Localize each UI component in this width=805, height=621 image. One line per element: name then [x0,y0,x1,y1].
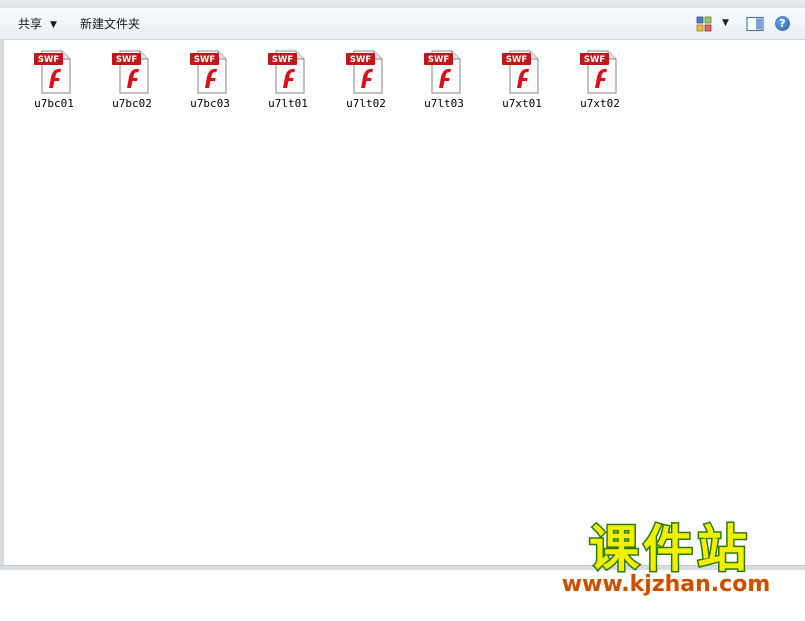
file-item[interactable]: SWF u7bc01 [24,48,84,110]
command-bar: 共享 ▼ 新建文件夹 ▼ ? [0,8,805,40]
file-list-pane[interactable]: SWF u7bc01 SWF u7bc02 SWF u7bc03 SWF u7lt01 SWF u… [0,40,805,565]
file-item[interactable]: SWF u7xt02 [570,48,630,110]
file-name-label: u7bc03 [190,97,230,110]
file-name-label: u7bc02 [112,97,152,110]
file-name-label: u7xt02 [580,97,620,110]
file-item[interactable]: SWF u7bc03 [180,48,240,110]
watermark-title: 课件站 [589,520,751,578]
watermark-url: www.kjzhan.com [562,572,771,596]
file-name-label: u7lt01 [268,97,308,110]
swf-badge-text: SWF [194,55,215,65]
file-name-label: u7lt03 [424,97,464,110]
flash-swf-icon: SWF [190,50,227,94]
share-button[interactable]: 共享 ▼ [14,15,61,33]
file-item[interactable]: SWF u7lt02 [336,48,396,110]
file-item[interactable]: SWF u7xt01 [492,48,552,110]
flash-swf-icon: SWF [502,50,539,94]
file-name-label: u7xt01 [502,97,542,110]
flash-swf-icon: SWF [346,50,383,94]
file-name-label: u7bc01 [34,97,74,110]
swf-badge-text: SWF [38,55,59,65]
flash-swf-icon: SWF [424,50,461,94]
view-dropdown-chevron-icon[interactable]: ▼ [722,18,729,28]
flash-swf-icon: SWF [34,50,71,94]
title-strip [0,0,805,8]
preview-pane-icon[interactable] [746,16,764,32]
file-item[interactable]: SWF u7bc02 [102,48,162,110]
swf-badge-text: SWF [506,55,527,65]
flash-swf-icon: SWF [112,50,149,94]
share-label: 共享 [18,17,43,31]
file-name-label: u7lt02 [346,97,386,110]
help-icon[interactable]: ? [775,16,790,31]
new-folder-button[interactable]: 新建文件夹 [76,15,144,33]
kjzhan-watermark-logo: 课件站 www.kjzhan.com [561,519,771,597]
swf-badge-text: SWF [272,55,293,65]
file-item[interactable]: SWF u7lt01 [258,48,318,110]
swf-badge-text: SWF [428,55,449,65]
file-item[interactable]: SWF u7lt03 [414,48,474,110]
flash-swf-icon: SWF [580,50,617,94]
swf-badge-text: SWF [584,55,605,65]
swf-badge-text: SWF [350,55,371,65]
swf-badge-text: SWF [116,55,137,65]
view-options-icon[interactable] [696,16,712,32]
flash-swf-icon: SWF [268,50,305,94]
chevron-down-icon: ▼ [50,20,57,30]
